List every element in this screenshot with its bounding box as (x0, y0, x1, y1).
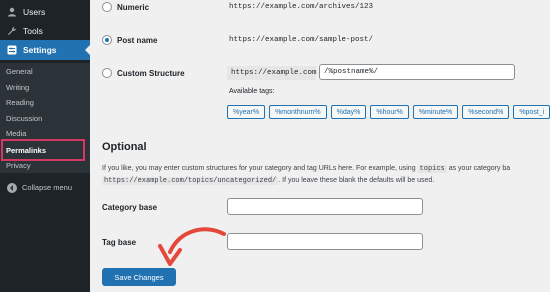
post-name-radio[interactable] (102, 35, 112, 45)
collapse-icon (7, 182, 17, 193)
admin-sidebar: Users Tools Settings General Writing Rea… (0, 0, 90, 292)
available-tags-label: Available tags: (229, 88, 275, 95)
sidebar-item-users[interactable]: Users (0, 2, 90, 21)
help-text-part: If you like, you may enter custom struct… (102, 165, 416, 172)
numeric-label: Numeric (117, 3, 150, 12)
permalinks-highlight-box (1, 139, 85, 161)
tag-button-year[interactable]: %year% (227, 105, 266, 119)
tag-button-minute[interactable]: %minute% (412, 105, 459, 119)
tag-button-post-id[interactable]: %post_i (513, 105, 550, 119)
sidebar-item-label: Tools (23, 25, 43, 36)
post-name-example: https://example.com/sample-post/ (229, 36, 374, 44)
submenu-writing[interactable]: Writing (6, 83, 29, 92)
submenu-reading[interactable]: Reading (6, 98, 34, 107)
save-changes-button[interactable]: Save Changes (102, 268, 176, 286)
users-icon (6, 6, 18, 18)
collapse-menu-button[interactable]: Collapse menu (0, 180, 90, 195)
tag-base-input[interactable] (227, 233, 423, 250)
help-code-topics: topics (417, 165, 447, 173)
custom-structure-input[interactable]: /%postname%/ (319, 64, 515, 80)
category-base-input[interactable] (227, 198, 423, 215)
settings-icon (6, 44, 18, 56)
category-base-label: Category base (102, 203, 158, 212)
help-code-example-url: https://example.com/topics/uncategorized… (102, 177, 279, 185)
sidebar-item-label: Settings (23, 45, 57, 55)
wrench-icon (6, 25, 18, 37)
submenu-privacy[interactable]: Privacy (6, 161, 31, 170)
custom-structure-label: Custom Structure (117, 69, 185, 78)
numeric-example: https://example.com/archives/123 (229, 3, 374, 11)
help-text-part: as your category ba (448, 165, 511, 172)
tag-button-hour[interactable]: %hour% (370, 105, 409, 119)
help-text-part: . If you leave these blank the defaults … (278, 177, 435, 184)
sidebar-item-label: Users (23, 6, 46, 17)
annotation-arrow-icon (158, 227, 226, 266)
tag-button-monthnum[interactable]: %monthnum% (269, 105, 327, 119)
post-name-label: Post name (117, 36, 158, 45)
tag-button-second[interactable]: %second% (462, 105, 510, 119)
numeric-radio[interactable] (102, 2, 112, 12)
sidebar-item-settings[interactable]: Settings (0, 40, 90, 60)
available-tags-list: %year% %monthnum% %day% %hour% %minute% … (227, 105, 550, 119)
submenu-general[interactable]: General (6, 67, 33, 76)
collapse-label: Collapse menu (22, 183, 73, 192)
submenu-media[interactable]: Media (6, 129, 26, 138)
custom-structure-radio[interactable] (102, 68, 112, 78)
custom-structure-prefix: https://example.com (227, 66, 317, 80)
optional-heading: Optional (102, 141, 147, 153)
submenu-discussion[interactable]: Discussion (6, 114, 42, 123)
tag-base-label: Tag base (102, 238, 137, 247)
optional-help-text: If you like, you may enter custom struct… (102, 163, 510, 187)
tag-button-day[interactable]: %day% (330, 105, 367, 119)
sidebar-item-tools[interactable]: Tools (0, 21, 90, 40)
permalink-settings-main: Numeric https://example.com/archives/123… (90, 0, 550, 292)
